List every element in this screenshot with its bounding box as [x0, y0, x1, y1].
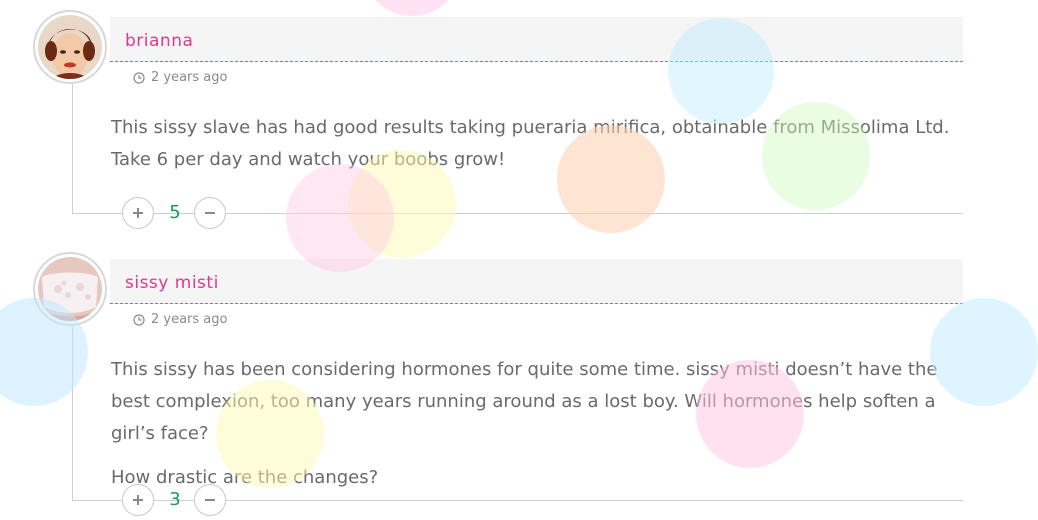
- comment-author[interactable]: sissy misti: [125, 273, 219, 293]
- comment-timestamp: 2 years ago: [133, 312, 227, 327]
- comment-header: sissy misti: [110, 259, 963, 304]
- avatar-image: [38, 257, 102, 321]
- downvote-button[interactable]: [194, 484, 226, 516]
- plus-icon: [133, 495, 143, 505]
- comment: sissy misti 2 years ago This sissy has b…: [0, 0, 1038, 520]
- thread-line: [72, 326, 73, 500]
- avatar[interactable]: [33, 252, 107, 326]
- upvote-button[interactable]: [122, 484, 154, 516]
- clock-icon: [133, 313, 145, 326]
- vote-count: 3: [169, 489, 181, 510]
- comment-paragraph: This sissy has been considering hormones…: [111, 359, 938, 444]
- minus-icon: [205, 499, 215, 501]
- comment-paragraph: How drastic are the changes?: [111, 467, 379, 488]
- comment-body: This sissy has been considering hormones…: [111, 354, 981, 506]
- timestamp-text: 2 years ago: [151, 312, 228, 327]
